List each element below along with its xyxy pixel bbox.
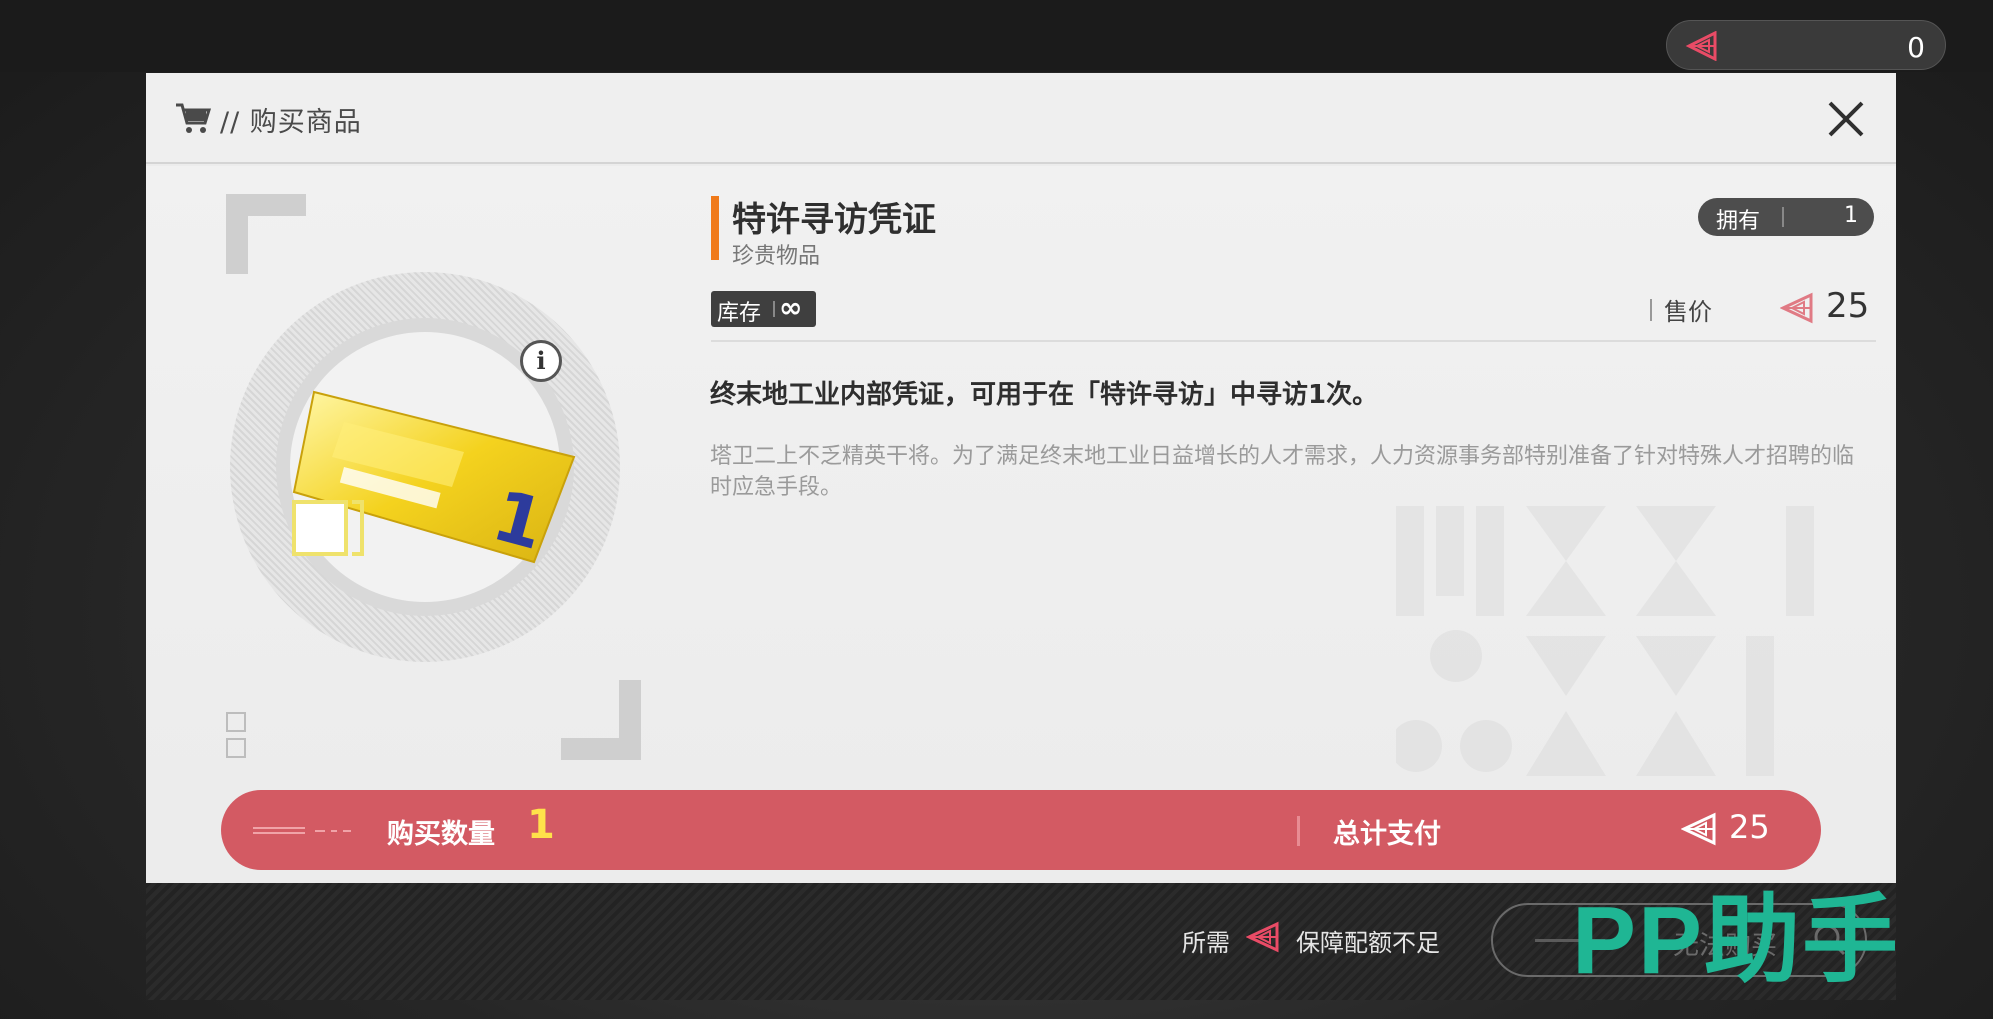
frame-corner-bottom-right (561, 680, 641, 760)
dialog-title: // 购买商品 (220, 107, 362, 138)
item-flavor-text: 塔卫二上不乏精英干将。为了满足终末地工业日益增长的人才需求，人力资源事务部特别准… (710, 444, 1855, 500)
close-icon[interactable] (1824, 97, 1868, 141)
currency-balance-value: 0 (1907, 31, 1925, 64)
owned-count-badge: 拥有 1 (1698, 198, 1874, 236)
quota-icon (1780, 292, 1813, 324)
dialog-body: 1 i 特许寻访凭证 珍贵物品 拥有 1 库存 ∞ 售价 25 终末地工业内部凭… (146, 166, 1896, 956)
owned-count: 1 (1844, 203, 1858, 228)
decorative-dashes (253, 827, 351, 834)
info-divider (711, 340, 1876, 342)
quantity-label: 购买数量 (387, 819, 495, 850)
stock-separator (773, 301, 775, 317)
item-accent-bar (711, 196, 719, 260)
insufficient-quota-message: 保障配额不足 (1296, 929, 1440, 957)
cart-icon (176, 103, 212, 133)
owned-label: 拥有 (1716, 209, 1761, 234)
stock-badge: 库存 ∞ (711, 291, 816, 327)
item-category: 珍贵物品 (732, 244, 821, 269)
frame-corner-top-left (226, 194, 306, 274)
required-label: 所需 (1182, 929, 1230, 957)
owned-separator (1782, 207, 1784, 227)
page-dot (226, 738, 246, 758)
pp-assistant-watermark: PP助手 (1572, 887, 1901, 994)
item-description: 终末地工业内部凭证，可用于在「特许寻访」中寻访1次。 (710, 380, 1379, 410)
stock-label: 库存 (717, 301, 762, 326)
purchase-dialog: // 购买商品 1 i 特许寻访凭证 珍贵物品 拥有 1 库存 ∞ 售价 25 … (146, 73, 1896, 1000)
price-label: 售价 (1664, 298, 1712, 326)
page-indicator (226, 712, 246, 764)
price-value: 25 (1826, 286, 1870, 326)
page-dot (226, 712, 246, 732)
quantity-value[interactable]: 1 (527, 802, 555, 848)
quota-icon (1246, 921, 1279, 953)
currency-balance-chip: 0 (1666, 20, 1946, 70)
item-name: 特许寻访凭证 (732, 200, 936, 240)
ticket-item-image: 1 (292, 390, 576, 566)
total-label: 总计支付 (1333, 819, 1441, 850)
item-info-button[interactable]: i (520, 340, 562, 382)
dialog-header: // 购买商品 (146, 73, 1896, 164)
price-separator (1650, 299, 1652, 321)
purchase-summary-bar: 购买数量 1 总计支付 25 (221, 790, 1821, 870)
quota-icon (1685, 31, 1717, 61)
purchase-bar-separator (1297, 816, 1300, 846)
quota-icon (1681, 812, 1716, 846)
background-pattern (1396, 506, 1814, 776)
stock-value: ∞ (779, 291, 803, 324)
total-value: 25 (1729, 808, 1770, 846)
